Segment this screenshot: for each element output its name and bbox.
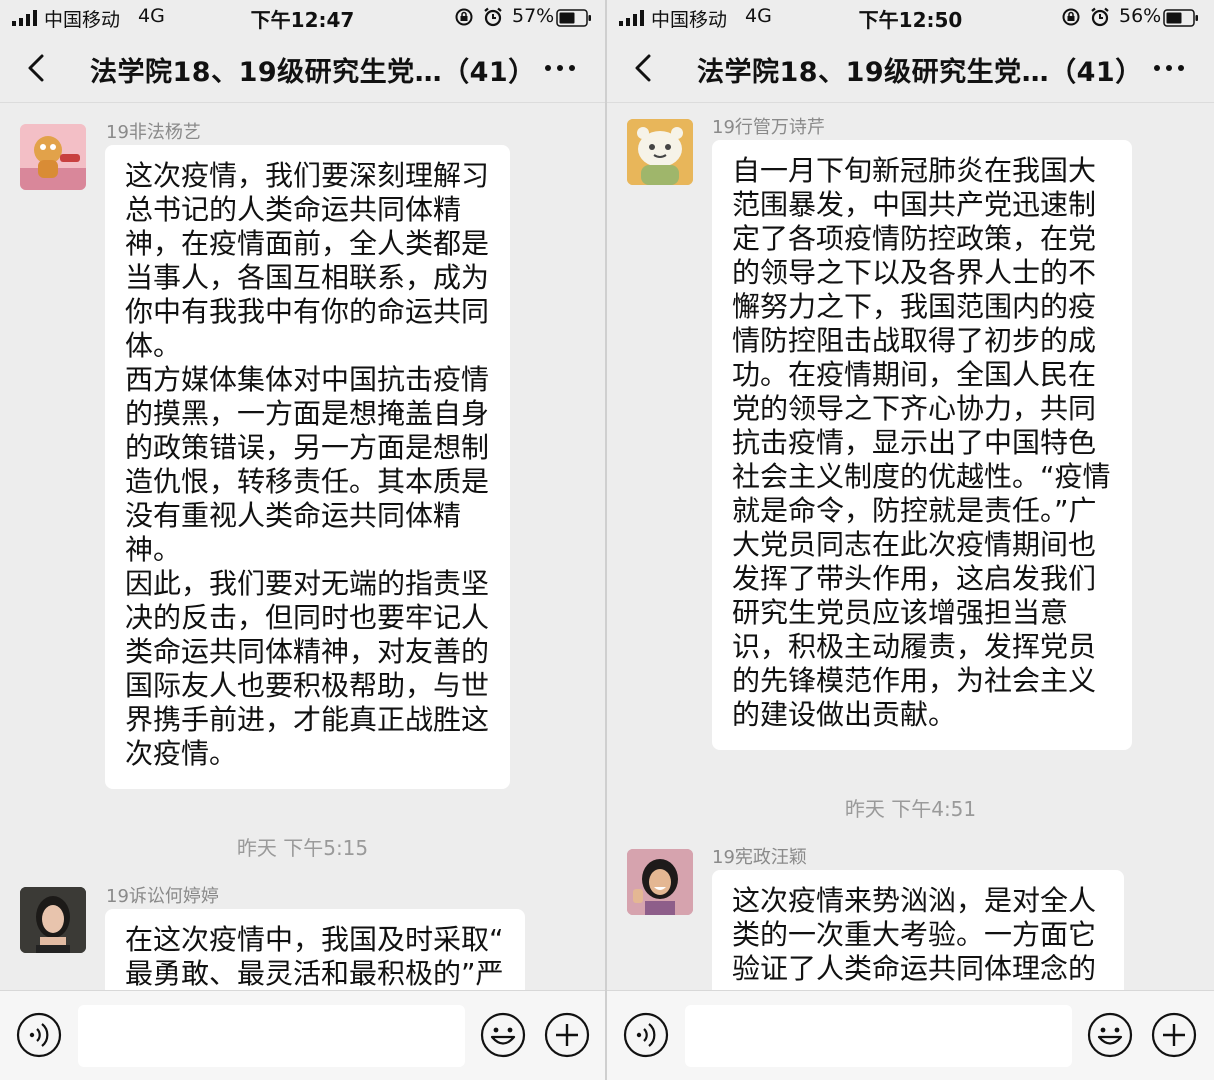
message-line: 的建设做出贡献。 <box>732 698 957 731</box>
message-line: 懈努力之下，我国范围内的疫 <box>732 290 1097 323</box>
plus-icon[interactable] <box>544 1012 590 1058</box>
message-line: 次疫情。 <box>125 737 238 770</box>
message-line: 你中有我我中有你的命运共同 <box>125 295 490 328</box>
message-line: 的先锋模范作用，为社会主义 <box>732 664 1097 697</box>
cartoon-cat-avatar-icon <box>20 124 86 190</box>
message-line: 最勇敢、最灵活和最积极的”严 <box>125 957 504 990</box>
avatar[interactable] <box>627 849 693 915</box>
left-screen: 中国移动 4G 下午12:47 57% 法学院18、19级研究生党…（41） 1… <box>0 0 605 1080</box>
message-line: 的政策错误，另一方面是想制 <box>125 431 490 464</box>
message-line: 因此，我们要对无端的指责坚 <box>125 567 490 600</box>
message-line: 自一月下旬新冠肺炎在我国大 <box>732 154 1097 187</box>
chat-title: 法学院18、19级研究生党…（41） <box>697 57 1143 88</box>
battery-icon <box>556 9 591 27</box>
sender-name: 19行管万诗芹 <box>712 117 825 138</box>
rotation-lock-icon <box>455 8 473 26</box>
chat-header: 法学院18、19级研究生党…（41） <box>607 34 1214 102</box>
avatar[interactable] <box>20 124 86 190</box>
message-line: 神。 <box>125 533 182 566</box>
message-line: 范围暴发，中国共产党迅速制 <box>732 188 1097 221</box>
message-line: 神，在疫情面前，全人类都是 <box>125 227 490 260</box>
chat-title: 法学院18、19级研究生党…（41） <box>90 57 536 88</box>
message-line: 的摸黑，一方面是想掩盖自身 <box>125 397 490 430</box>
header-divider <box>607 102 1214 103</box>
message-line: 这次疫情来势汹汹，是对全人 <box>732 884 1097 917</box>
plus-icon[interactable] <box>1151 1012 1197 1058</box>
voice-input-icon[interactable] <box>16 1012 62 1058</box>
message-line: 当事人，各国互相联系，成为 <box>125 261 490 294</box>
emoji-icon[interactable] <box>480 1012 526 1058</box>
sender-name: 19诉讼何婷婷 <box>106 886 219 907</box>
sender-name: 19非法杨艺 <box>106 122 201 143</box>
status-bar: 中国移动 4G 下午12:50 56% <box>607 0 1214 34</box>
portrait-avatar-icon <box>627 849 693 915</box>
battery-percent: 57% <box>512 5 555 27</box>
rotation-lock-icon <box>1062 8 1080 26</box>
message-input[interactable] <box>685 1005 1072 1067</box>
alarm-icon <box>1091 7 1109 27</box>
message-line: 验证了人类命运共同体理念的 <box>732 952 1097 985</box>
message-line: 西方媒体集体对中国抗击疫情 <box>125 363 490 396</box>
message-line: 功。在疫情期间，全国人民在 <box>732 358 1097 391</box>
alarm-icon <box>484 7 502 27</box>
back-icon[interactable] <box>22 50 52 86</box>
message-line: 国际友人也要积极帮助，与世 <box>125 669 490 702</box>
portrait-avatar-icon <box>20 887 86 953</box>
message-input[interactable] <box>78 1005 465 1067</box>
input-bar <box>0 990 605 1080</box>
message-line: 在这次疫情中，我国及时采取“ <box>125 923 504 956</box>
input-bar <box>607 990 1214 1080</box>
message-line: 就是命令，防控就是责任。”广 <box>732 494 1097 527</box>
message-line: 抗击疫情，显示出了中国特色 <box>732 426 1097 459</box>
more-options-icon[interactable] <box>543 56 577 80</box>
message-line: 这次疫情，我们要深刻理解习 <box>125 159 490 192</box>
back-icon[interactable] <box>629 50 659 86</box>
message-line: 界携手前进，才能真正战胜这 <box>125 703 490 736</box>
emoji-icon[interactable] <box>1087 1012 1133 1058</box>
timestamp-divider: 昨天 下午4:51 <box>844 797 977 821</box>
cartoon-bear-avatar-icon <box>627 119 693 185</box>
battery-icon <box>1163 9 1198 27</box>
message-line: 决的反击，但同时也要牢记人 <box>125 601 490 634</box>
message-line: 识，积极主动履责，发挥党员 <box>732 630 1097 663</box>
message-line: 大党员同志在此次疫情期间也 <box>732 528 1097 561</box>
more-options-icon[interactable] <box>1152 56 1186 80</box>
message-line: 定了各项疫情防控政策，在党 <box>732 222 1097 255</box>
message-bubble[interactable]: 这次疫情，我们要深刻理解习 总书记的人类命运共同体精 神，在疫情面前，全人类都是… <box>105 145 510 789</box>
header-divider <box>0 102 605 103</box>
voice-input-icon[interactable] <box>623 1012 669 1058</box>
message-line: 研究生党员应该增强担当意 <box>732 596 1069 629</box>
battery-percent: 56% <box>1119 5 1162 27</box>
avatar[interactable] <box>20 887 86 953</box>
message-line: 造仇恨，转移责任。其本质是 <box>125 465 490 498</box>
message-line: 体。 <box>125 329 182 362</box>
message-line: 类的一次重大考验。一方面它 <box>732 918 1097 951</box>
message-line: 类命运共同体精神，对友善的 <box>125 635 490 668</box>
message-line: 没有重视人类命运共同体精 <box>125 499 462 532</box>
right-screen: 中国移动 4G 下午12:50 56% 法学院18、19级研究生党…（41） 1… <box>607 0 1214 1080</box>
message-bubble[interactable]: 自一月下旬新冠肺炎在我国大 范围暴发，中国共产党迅速制 定了各项疫情防控政策，在… <box>712 140 1132 750</box>
chat-header: 法学院18、19级研究生党…（41） <box>0 34 605 102</box>
status-bar: 中国移动 4G 下午12:47 57% <box>0 0 605 34</box>
sender-name: 19宪政汪颖 <box>712 847 807 868</box>
message-line: 发挥了带头作用，这启发我们 <box>732 562 1097 595</box>
message-line: 的领导之下以及各界人士的不 <box>732 256 1097 289</box>
timestamp-divider: 昨天 下午5:15 <box>236 836 369 860</box>
avatar[interactable] <box>627 119 693 185</box>
message-line: 总书记的人类命运共同体精 <box>125 193 462 226</box>
message-line: 社会主义制度的优越性。“疫情 <box>732 460 1111 493</box>
message-line: 党的领导之下齐心协力，共同 <box>732 392 1097 425</box>
message-line: 情防控阻击战取得了初步的成 <box>732 324 1097 357</box>
